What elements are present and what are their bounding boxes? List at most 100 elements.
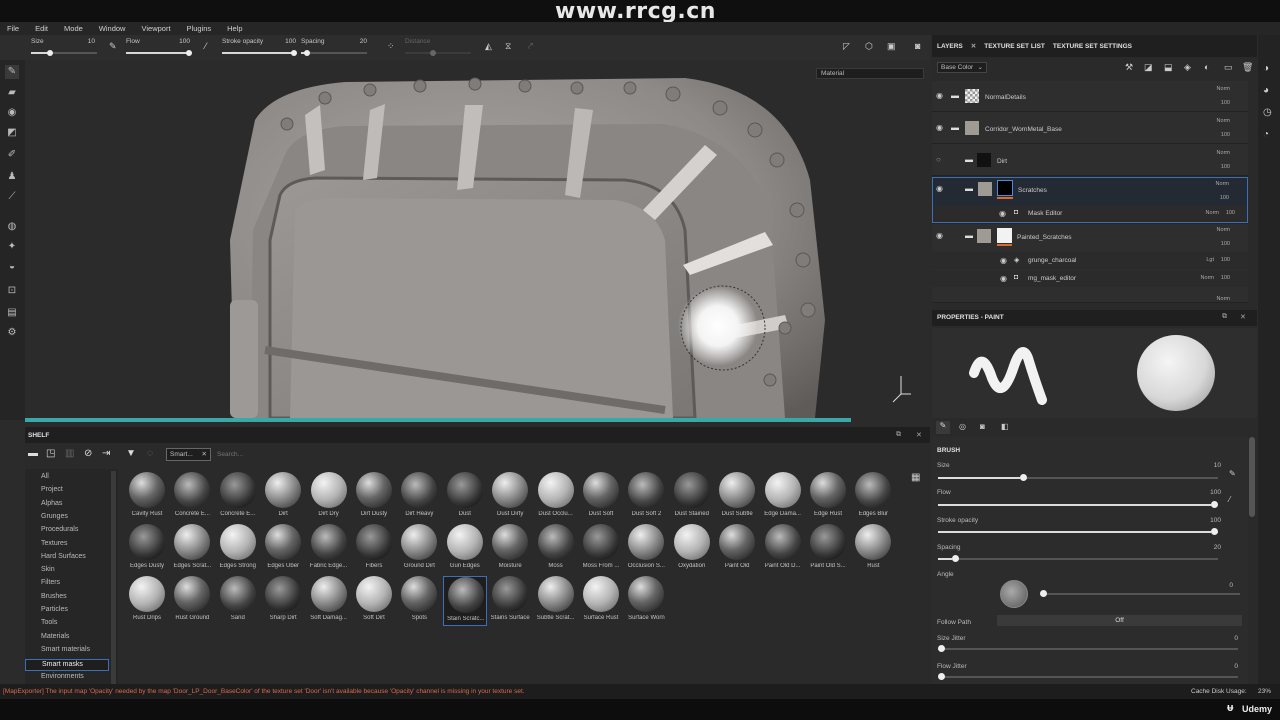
angle-slider-knob[interactable] xyxy=(1040,590,1047,597)
shelf-item[interactable]: Edges Scrat... xyxy=(170,524,214,574)
history-icon[interactable]: ◷ xyxy=(1263,107,1272,118)
shelf-item[interactable]: Paint Old xyxy=(715,524,759,574)
angle-value[interactable]: 0 xyxy=(1229,582,1233,589)
eye-icon[interactable]: ◉ xyxy=(936,92,946,100)
bake-tool-icon[interactable]: ◍ xyxy=(5,220,19,234)
layer-row-selected[interactable]: ◉ ▬ Scratches Norm 100 ◉ ◘ Mask Editor N… xyxy=(932,177,1248,223)
shelf-item[interactable]: Rust Ground xyxy=(170,576,214,626)
physical-paint-icon[interactable]: ✦ xyxy=(5,240,19,254)
layer-opacity[interactable]: 100 xyxy=(1221,132,1230,138)
shelf-item[interactable]: Dust xyxy=(443,472,487,522)
shelf-category-item[interactable]: Alphas xyxy=(41,500,62,507)
shelf-category-item[interactable]: Textures xyxy=(41,540,67,547)
layer-row[interactable]: ◉ ▬ NormalDetails Norm 100 xyxy=(932,81,1248,112)
shelf-item[interactable]: Moss From ... xyxy=(579,524,623,574)
flow-jitter-value[interactable]: 0 xyxy=(1234,663,1238,670)
log-icon[interactable]: ◔ xyxy=(1263,129,1269,140)
color-picker-tool-icon[interactable]: ⟋ xyxy=(5,190,19,204)
slider-knob[interactable] xyxy=(952,555,959,562)
smudge-tool-icon[interactable]: ✐ xyxy=(5,148,19,162)
layer-blend-mode[interactable]: Norm xyxy=(1217,227,1230,233)
angle-slider[interactable] xyxy=(1040,593,1240,595)
slider-knob[interactable] xyxy=(1211,528,1218,535)
shelf-category-item[interactable]: Smart materials xyxy=(41,646,90,653)
menu-window[interactable]: Window xyxy=(99,24,126,33)
layer-row[interactable]: ◉ ▬ Corridor_WornMetal_Base Norm 100 xyxy=(932,112,1248,144)
flow-value[interactable]: 100 xyxy=(1210,489,1221,496)
layer-opacity[interactable]: 100 xyxy=(1220,195,1229,201)
lazy-mouse-icon[interactable]: ⤤ xyxy=(528,41,533,52)
python-plugin-icon[interactable]: ⊡ xyxy=(5,284,19,298)
spacing-slider[interactable] xyxy=(301,52,367,54)
shelf-category-item[interactable]: Brushes xyxy=(41,593,67,600)
stroke-opacity-knob[interactable] xyxy=(291,50,297,56)
shelf-item[interactable]: Subtle Scrat... xyxy=(534,576,578,626)
effect-opacity[interactable]: 100 xyxy=(1221,257,1230,263)
flow-jitter-knob[interactable] xyxy=(938,673,945,680)
filter-icon[interactable]: ▼ xyxy=(126,448,136,459)
shelf-category-item[interactable]: Procedurals xyxy=(41,526,78,533)
flow-slider-knob[interactable] xyxy=(186,50,192,56)
paint-brush-tool-icon[interactable]: ✎ xyxy=(5,65,19,79)
eraser-tool-icon[interactable]: ▰ xyxy=(5,86,19,100)
close-icon[interactable]: ✕ xyxy=(916,431,922,439)
settings-gear-icon[interactable]: ⚙ xyxy=(5,326,19,340)
eye-icon[interactable]: ◉ xyxy=(1000,275,1010,283)
export-tool-icon[interactable]: ▤ xyxy=(5,306,19,320)
eye-icon[interactable]: ◉ xyxy=(999,210,1009,218)
symmetry-icon[interactable]: ◭ xyxy=(485,41,492,52)
pen-pressure-icon[interactable]: ⁄ xyxy=(205,41,207,51)
shelf-item[interactable]: Surface Rust xyxy=(579,576,623,626)
channel-select[interactable]: Base Color ⌄ xyxy=(937,62,987,73)
shelf-item[interactable]: Dirt Heavy xyxy=(397,472,441,522)
effect-opacity[interactable]: 100 xyxy=(1226,210,1235,216)
viewport-2d-icon[interactable]: ◸ xyxy=(843,41,850,52)
eye-icon[interactable]: ◉ xyxy=(936,185,946,193)
shelf-item[interactable]: Dust Subtle xyxy=(715,472,759,522)
size-slider-knob[interactable] xyxy=(47,50,53,56)
shelf-item[interactable]: Rust Drips xyxy=(125,576,169,626)
shelf-item[interactable]: Oxydation xyxy=(670,524,714,574)
shelf-item[interactable]: Moss xyxy=(534,524,578,574)
texture-set-icon[interactable]: ◑ xyxy=(1263,63,1269,74)
shelf-item[interactable]: Soft Damag... xyxy=(307,576,351,626)
shelf-item[interactable]: Dirt Dry xyxy=(307,472,351,522)
viewport-material-select[interactable]: Material xyxy=(816,68,924,79)
undock-icon[interactable]: ⧉ xyxy=(896,431,901,439)
size-jitter-value[interactable]: 0 xyxy=(1234,635,1238,642)
stroke-opacity-value[interactable]: 100 xyxy=(1210,517,1221,524)
mask-wand-icon[interactable]: ⚒ xyxy=(1125,62,1133,73)
menu-edit[interactable]: Edit xyxy=(35,24,48,33)
add-mask-icon[interactable]: ⬓ xyxy=(1164,62,1173,73)
shelf-item[interactable]: Concrete E... xyxy=(216,472,260,522)
clone-stamp-tool-icon[interactable]: ♟ xyxy=(5,170,19,184)
shelf-item[interactable]: Sand xyxy=(216,576,260,626)
pen-pressure-icon[interactable]: ✎ xyxy=(1229,469,1236,478)
shelf-item[interactable]: Edge Rust xyxy=(806,472,850,522)
3d-viewport[interactable]: Material xyxy=(25,60,930,418)
effect-blend[interactable]: Norm xyxy=(1201,275,1214,281)
size-jitter-knob[interactable] xyxy=(938,645,945,652)
brush-tab-icon[interactable]: ✎ xyxy=(936,421,950,434)
shelf-item[interactable]: Cavity Rust xyxy=(125,472,169,522)
flow-value[interactable]: 100 xyxy=(170,38,190,45)
eye-icon[interactable]: ◉ xyxy=(1000,257,1010,265)
undock-icon[interactable]: ⧉ xyxy=(1222,313,1227,321)
shelf-item[interactable]: Gun Edges xyxy=(443,524,487,574)
import-icon[interactable]: ⇥ xyxy=(102,448,110,459)
tab-layers[interactable]: LAYERS xyxy=(937,43,963,50)
effect-blend[interactable]: Norm xyxy=(1206,210,1219,216)
layer-opacity[interactable]: 100 xyxy=(1221,241,1230,247)
shelf-item[interactable]: Surface Worn xyxy=(624,576,668,626)
tab-texture-set-settings[interactable]: TEXTURE SET SETTINGS xyxy=(1053,43,1132,50)
effect-row[interactable]: ◉ ◘ Mask Editor Norm 100 xyxy=(933,206,1247,222)
shelf-item[interactable]: Ground Dirt xyxy=(397,524,441,574)
angle-dial[interactable] xyxy=(1000,580,1028,608)
shelf-item[interactable]: Fabric Edge... xyxy=(307,524,351,574)
layer-opacity[interactable]: 100 xyxy=(1221,164,1230,170)
shelf-category-item[interactable]: Skin xyxy=(41,566,55,573)
viewport-3d-cube-icon[interactable]: ⬡ xyxy=(865,41,873,52)
search-icon[interactable]: ◌ xyxy=(147,448,153,459)
shelf-category-item[interactable]: Materials xyxy=(41,633,69,640)
close-icon[interactable]: ✕ xyxy=(971,42,976,50)
